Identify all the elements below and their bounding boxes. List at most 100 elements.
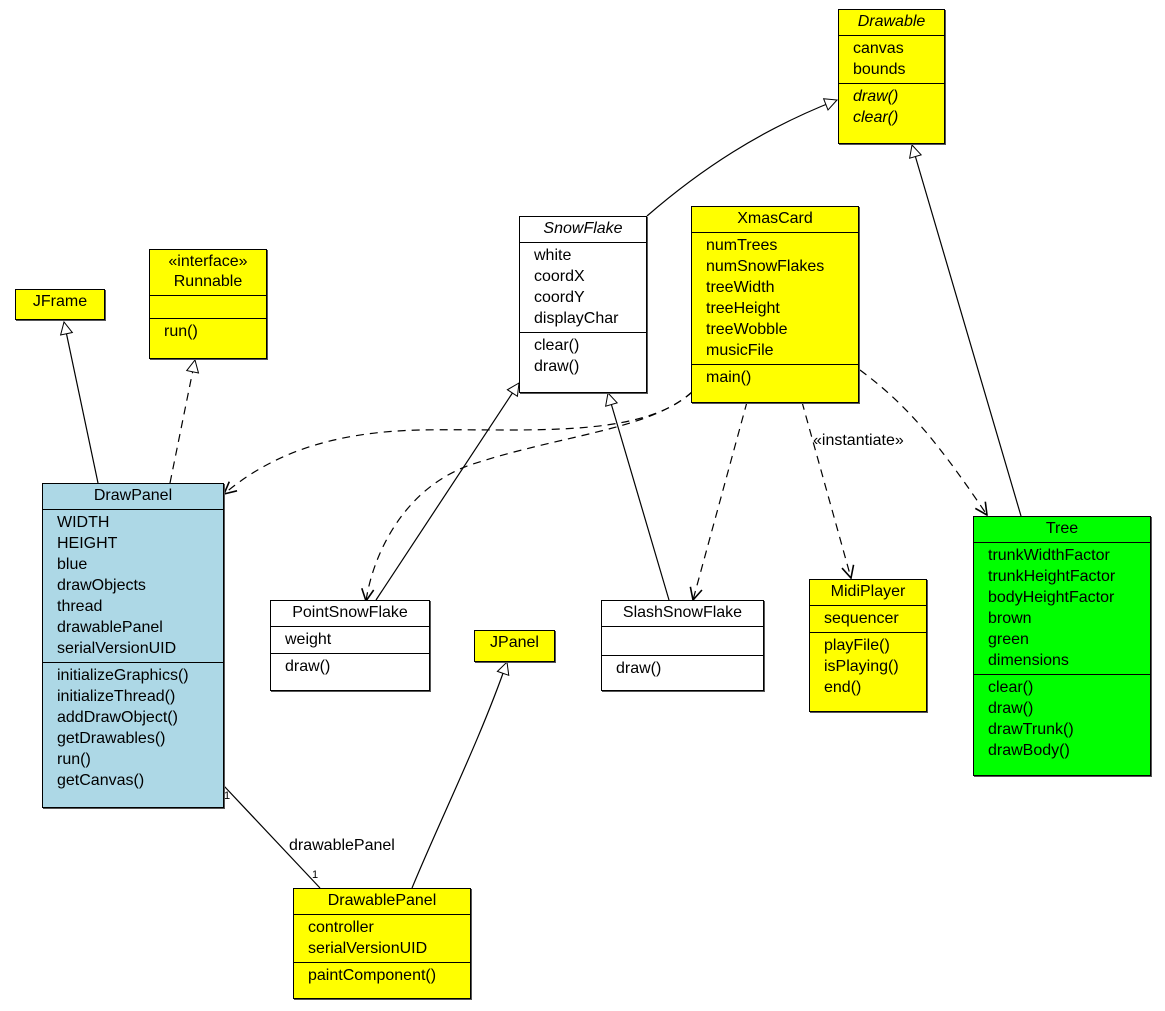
class-drawable[interactable]: Drawable canvas bounds draw() clear() [838,9,945,144]
attribute: treeWidth [706,279,775,296]
attributes-section [602,627,763,656]
methods-section: playFile() isPlaying() end() [810,633,926,701]
method: drawTrunk() [988,721,1074,738]
attribute: drawObjects [57,577,146,594]
attributes-section [150,296,266,319]
attributes-section: white coordX coordY displayChar [520,243,646,333]
edge-pointsnowflake-to-snowflake [375,383,519,601]
method: initializeGraphics() [57,667,189,684]
attribute: canvas [853,40,904,57]
attribute: numTrees [706,237,778,254]
attribute: HEIGHT [57,535,118,552]
attributes-section: sequencer [810,606,926,633]
class-title: Runnable [173,273,243,290]
class-midiplayer[interactable]: MidiPlayer sequencer playFile() isPlayin… [809,579,927,712]
method: main() [706,369,752,386]
attribute: displayChar [534,310,619,327]
attributes-section: WIDTH HEIGHT blue drawObjects thread dra… [43,510,223,663]
attributes-section: trunkWidthFactor trunkHeightFactor bodyH… [974,543,1150,675]
attribute: trunkWidthFactor [988,547,1110,564]
attribute: brown [988,610,1032,627]
methods-section: draw() [271,654,429,680]
attribute: dimensions [988,652,1069,669]
attribute: trunkHeightFactor [988,568,1116,585]
class-jframe[interactable]: JFrame [15,289,105,320]
edge-xmascard-to-drawpanel [224,391,693,494]
class-name: XmasCard [692,207,858,233]
method: end() [824,679,862,696]
class-name: JFrame [16,290,104,315]
edge-snowflake-to-drawable [646,100,837,217]
attribute: treeHeight [706,300,780,317]
attribute: bodyHeightFactor [988,589,1115,606]
methods-section: clear() draw() drawTrunk() drawBody() [974,675,1150,764]
attribute: blue [57,556,88,573]
attribute: numSnowFlakes [706,258,825,275]
class-tree[interactable]: Tree trunkWidthFactor trunkHeightFactor … [973,516,1151,776]
class-title: SlashSnowFlake [622,604,743,621]
method: clear() [988,679,1034,696]
class-title: Tree [1045,520,1079,537]
attribute: musicFile [706,342,774,359]
class-title: XmasCard [737,210,813,227]
class-title: SnowFlake [543,220,623,237]
class-title: PointSnowFlake [292,604,408,621]
class-name: MidiPlayer [810,580,926,606]
class-title: JPanel [490,634,539,651]
method: clear() [534,337,580,354]
class-title: MidiPlayer [830,583,906,600]
class-pointsnowflake[interactable]: PointSnowFlake weight draw() [270,600,430,691]
attribute: drawablePanel [57,619,163,636]
method: draw() [534,358,580,375]
method: getCanvas() [57,772,145,789]
class-drawablepanel[interactable]: DrawablePanel controller serialVersionUI… [293,888,471,999]
methods-section: paintComponent() [294,963,470,989]
attribute: coordX [534,268,585,285]
method: run() [164,323,198,340]
class-jpanel[interactable]: JPanel [474,630,555,662]
class-name: DrawablePanel [294,889,470,915]
attribute: sequencer [824,610,899,627]
method: playFile() [824,637,890,654]
methods-section: clear() draw() [520,333,646,380]
multiplicity-drawablepanel: 1 [312,869,319,881]
class-drawpanel[interactable]: DrawPanel WIDTH HEIGHT blue drawObjects … [42,483,224,808]
class-title: JFrame [32,293,88,310]
methods-section: draw() clear() [839,84,944,131]
class-name: JPanel [475,631,554,656]
edge-xmascard-to-slashsnowflake [693,401,748,600]
stereotype: «interface» [168,253,248,270]
edge-drawpanel-to-runnable [169,360,195,484]
class-slashsnowflake[interactable]: SlashSnowFlake draw() [601,600,764,691]
method: initializeThread() [57,688,176,705]
method: clear() [853,109,899,126]
class-name: DrawPanel [43,484,223,510]
attribute: thread [57,598,103,615]
method: draw() [616,660,662,677]
method: draw() [285,658,331,675]
class-runnable[interactable]: «interface» Runnable run() [149,249,267,359]
attributes-section: controller serialVersionUID [294,915,470,963]
class-snowflake[interactable]: SnowFlake white coordX coordY displayCha… [519,216,647,393]
edge-xmascard-to-midiplayer [801,401,851,578]
methods-section: run() [150,319,266,345]
class-xmascard[interactable]: XmasCard numTrees numSnowFlakes treeWidt… [691,206,859,403]
method: addDrawObject() [57,709,178,726]
class-title: DrawPanel [93,487,173,504]
attribute: WIDTH [57,514,110,531]
methods-section: main() [692,365,858,391]
attributes-section: weight [271,627,429,654]
attributes-section: canvas bounds [839,36,944,84]
class-name: «interface» Runnable [150,250,266,296]
attribute: serialVersionUID [57,640,177,657]
class-name: Drawable [839,10,944,36]
attribute: coordY [534,289,585,306]
class-name: SlashSnowFlake [602,601,763,627]
class-title: Drawable [857,13,926,30]
method: drawBody() [988,742,1070,759]
method: paintComponent() [308,967,437,984]
method: getDrawables() [57,730,166,747]
attributes-section: numTrees numSnowFlakes treeWidth treeHei… [692,233,858,365]
class-name: PointSnowFlake [271,601,429,627]
attribute: green [988,631,1029,648]
